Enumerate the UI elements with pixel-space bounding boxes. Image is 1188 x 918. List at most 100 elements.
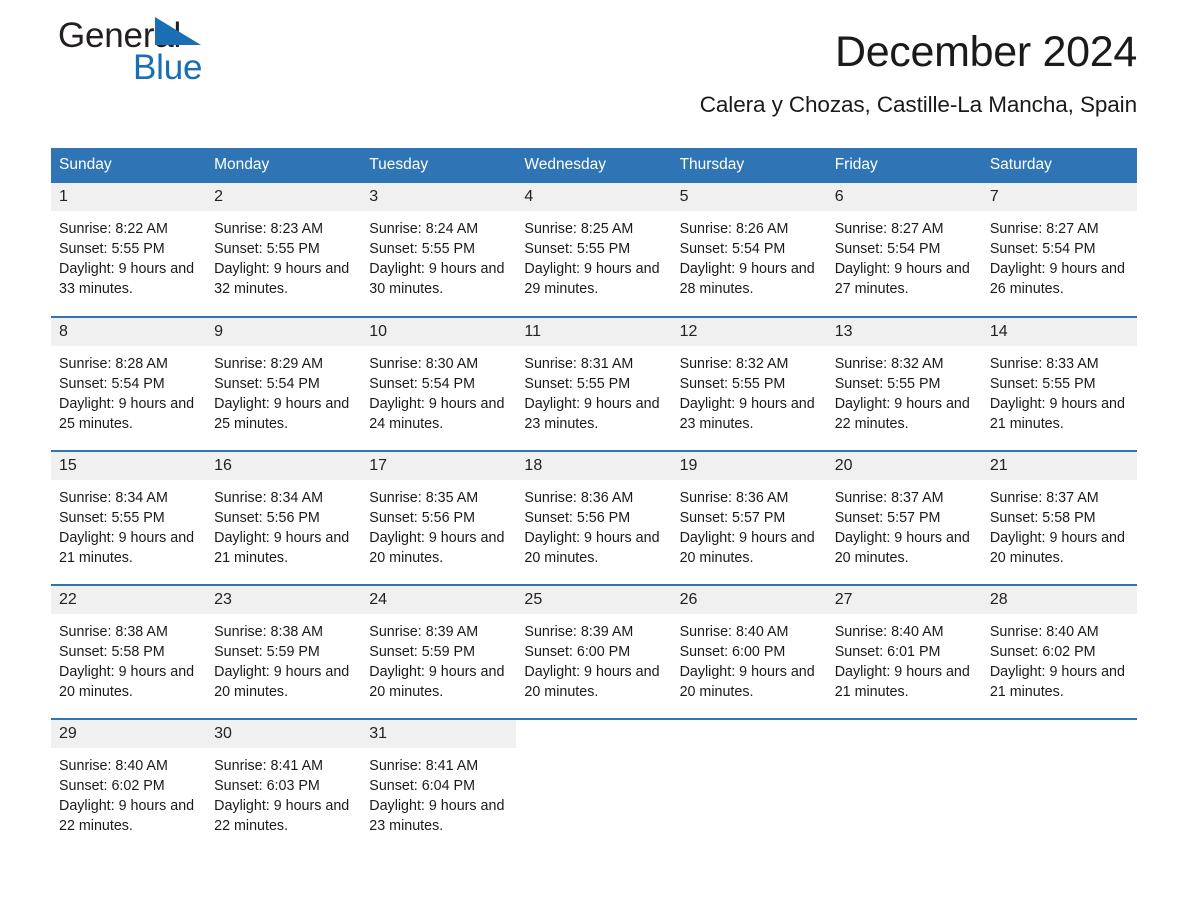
day-details: Sunrise: 8:39 AM Sunset: 5:59 PM Dayligh… [369,624,505,701]
day-details: Sunrise: 8:24 AM Sunset: 5:55 PM Dayligh… [369,221,505,298]
day-details: Sunrise: 8:34 AM Sunset: 5:55 PM Dayligh… [59,490,195,567]
day-cell-empty [516,718,672,853]
day-number: 21 [981,452,1137,480]
day-number: 1 [51,183,207,211]
weekday-header-friday: Friday [826,148,982,183]
day-number: 13 [826,318,982,346]
day-number: 9 [206,318,362,346]
day-cell[interactable]: 26 Sunrise: 8:40 AM Sunset: 6:00 PM Dayl… [671,584,827,719]
day-details: Sunrise: 8:41 AM Sunset: 6:04 PM Dayligh… [369,758,505,835]
triangle-flag-icon [155,17,201,45]
day-number: 4 [516,183,672,211]
day-number: 30 [206,720,362,748]
day-number: 16 [206,452,362,480]
generalblue-logo[interactable]: General Blue [58,16,318,96]
day-number: 6 [826,183,982,211]
day-cell[interactable]: 31 Sunrise: 8:41 AM Sunset: 6:04 PM Dayl… [361,718,517,853]
day-cell[interactable]: 3 Sunrise: 8:24 AM Sunset: 5:55 PM Dayli… [361,183,517,317]
day-cell[interactable]: 21 Sunrise: 8:37 AM Sunset: 5:58 PM Dayl… [981,450,1137,585]
day-number: 22 [51,586,207,614]
day-details: Sunrise: 8:38 AM Sunset: 5:58 PM Dayligh… [59,624,195,701]
day-details: Sunrise: 8:38 AM Sunset: 5:59 PM Dayligh… [214,624,350,701]
location-subtitle: Calera y Chozas, Castille-La Mancha, Spa… [699,92,1137,117]
day-cell[interactable]: 20 Sunrise: 8:37 AM Sunset: 5:57 PM Dayl… [826,450,982,585]
day-cell[interactable]: 10 Sunrise: 8:30 AM Sunset: 5:54 PM Dayl… [361,316,517,451]
weekday-header-row: Sunday Monday Tuesday Wednesday Thursday… [51,148,1137,183]
page-title: December 2024 [834,28,1137,76]
day-number: 28 [981,586,1137,614]
day-number: 20 [826,452,982,480]
day-number [516,720,672,748]
day-cell[interactable]: 19 Sunrise: 8:36 AM Sunset: 5:57 PM Dayl… [671,450,827,585]
day-cell[interactable]: 29 Sunrise: 8:40 AM Sunset: 6:02 PM Dayl… [51,718,207,853]
day-cell[interactable]: 27 Sunrise: 8:40 AM Sunset: 6:01 PM Dayl… [826,584,982,719]
day-number: 5 [671,183,827,211]
day-details: Sunrise: 8:35 AM Sunset: 5:56 PM Dayligh… [369,490,505,567]
day-details [827,748,982,756]
page-header: General Blue December 2024 Calera y Choz… [51,0,1137,148]
day-number [826,720,982,748]
day-cell[interactable]: 17 Sunrise: 8:35 AM Sunset: 5:56 PM Dayl… [361,450,517,585]
day-details: Sunrise: 8:34 AM Sunset: 5:56 PM Dayligh… [214,490,350,567]
weekday-header-sunday: Sunday [51,148,207,183]
day-details: Sunrise: 8:27 AM Sunset: 5:54 PM Dayligh… [834,221,970,298]
day-details: Sunrise: 8:26 AM Sunset: 5:54 PM Dayligh… [679,221,815,298]
day-number: 8 [51,318,207,346]
day-number: 10 [361,318,517,346]
day-details: Sunrise: 8:41 AM Sunset: 6:03 PM Dayligh… [214,758,350,835]
day-details: Sunrise: 8:30 AM Sunset: 5:54 PM Dayligh… [369,356,505,433]
day-number: 29 [51,720,207,748]
weekday-header-tuesday: Tuesday [361,148,517,183]
day-number: 18 [516,452,672,480]
day-details: Sunrise: 8:25 AM Sunset: 5:55 PM Dayligh… [524,221,660,298]
day-cell[interactable]: 30 Sunrise: 8:41 AM Sunset: 6:03 PM Dayl… [206,718,362,853]
day-details: Sunrise: 8:40 AM Sunset: 6:01 PM Dayligh… [834,624,970,701]
day-details [672,748,827,756]
calendar-header: Sunday Monday Tuesday Wednesday Thursday… [51,148,1137,183]
day-number: 14 [981,318,1137,346]
day-number: 26 [671,586,827,614]
day-cell[interactable]: 9 Sunrise: 8:29 AM Sunset: 5:54 PM Dayli… [206,316,362,451]
day-cell[interactable]: 1 Sunrise: 8:22 AM Sunset: 5:55 PM Dayli… [51,183,207,317]
day-cell[interactable]: 23 Sunrise: 8:38 AM Sunset: 5:59 PM Dayl… [206,584,362,719]
day-cell[interactable]: 18 Sunrise: 8:36 AM Sunset: 5:56 PM Dayl… [516,450,672,585]
day-cell[interactable]: 13 Sunrise: 8:32 AM Sunset: 5:55 PM Dayl… [826,316,982,451]
day-cell[interactable]: 24 Sunrise: 8:39 AM Sunset: 5:59 PM Dayl… [361,584,517,719]
day-cell[interactable]: 14 Sunrise: 8:33 AM Sunset: 5:55 PM Dayl… [981,316,1137,451]
day-number: 27 [826,586,982,614]
day-cell[interactable]: 16 Sunrise: 8:34 AM Sunset: 5:56 PM Dayl… [206,450,362,585]
day-cell[interactable]: 5 Sunrise: 8:26 AM Sunset: 5:54 PM Dayli… [671,183,827,317]
weekday-header-wednesday: Wednesday [516,148,672,183]
day-cell[interactable]: 4 Sunrise: 8:25 AM Sunset: 5:55 PM Dayli… [516,183,672,317]
day-details: Sunrise: 8:39 AM Sunset: 6:00 PM Dayligh… [524,624,660,701]
day-details: Sunrise: 8:22 AM Sunset: 5:55 PM Dayligh… [59,221,195,298]
calendar-body: 1 Sunrise: 8:22 AM Sunset: 5:55 PM Dayli… [51,183,1137,853]
day-number: 19 [671,452,827,480]
day-details [982,748,1137,756]
day-cell[interactable]: 22 Sunrise: 8:38 AM Sunset: 5:58 PM Dayl… [51,584,207,719]
weekday-header-saturday: Saturday [981,148,1137,183]
day-cell[interactable]: 6 Sunrise: 8:27 AM Sunset: 5:54 PM Dayli… [826,183,982,317]
day-details: Sunrise: 8:32 AM Sunset: 5:55 PM Dayligh… [679,356,815,433]
day-number: 17 [361,452,517,480]
day-details: Sunrise: 8:37 AM Sunset: 5:58 PM Dayligh… [989,490,1125,567]
day-number [981,720,1137,748]
day-cell[interactable]: 15 Sunrise: 8:34 AM Sunset: 5:55 PM Dayl… [51,450,207,585]
day-cell[interactable]: 11 Sunrise: 8:31 AM Sunset: 5:55 PM Dayl… [516,316,672,451]
day-cell[interactable]: 25 Sunrise: 8:39 AM Sunset: 6:00 PM Dayl… [516,584,672,719]
day-cell-empty [981,718,1137,853]
day-details: Sunrise: 8:29 AM Sunset: 5:54 PM Dayligh… [214,356,350,433]
day-number: 31 [361,720,517,748]
day-cell[interactable]: 7 Sunrise: 8:27 AM Sunset: 5:54 PM Dayli… [981,183,1137,317]
day-cell[interactable]: 12 Sunrise: 8:32 AM Sunset: 5:55 PM Dayl… [671,316,827,451]
day-number: 15 [51,452,207,480]
day-details: Sunrise: 8:40 AM Sunset: 6:00 PM Dayligh… [679,624,815,701]
week-row: 15 Sunrise: 8:34 AM Sunset: 5:55 PM Dayl… [51,450,1137,585]
sunrise-sunset-calendar: Sunday Monday Tuesday Wednesday Thursday… [51,148,1137,853]
day-cell[interactable]: 8 Sunrise: 8:28 AM Sunset: 5:54 PM Dayli… [51,316,207,451]
day-number: 3 [361,183,517,211]
day-details: Sunrise: 8:36 AM Sunset: 5:56 PM Dayligh… [524,490,660,567]
day-cell[interactable]: 28 Sunrise: 8:40 AM Sunset: 6:02 PM Dayl… [981,584,1137,719]
calendar-page: General Blue December 2024 Calera y Choz… [0,0,1188,918]
day-cell[interactable]: 2 Sunrise: 8:23 AM Sunset: 5:55 PM Dayli… [206,183,362,317]
